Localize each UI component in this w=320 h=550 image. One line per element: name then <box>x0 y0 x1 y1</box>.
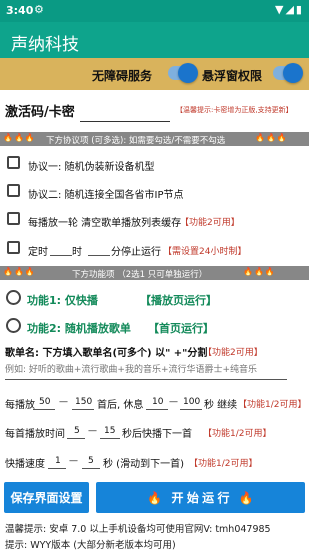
play-time-from-underline <box>67 438 85 439</box>
speed-to-underline <box>82 468 100 469</box>
rest-from-underline <box>146 409 168 410</box>
status-time: 3:40 <box>6 4 34 17</box>
protocol-band: 🔥🔥🔥 下方协议项 (可多选): 如需要勾选/不需要不勾选 🔥🔥🔥 <box>0 132 309 146</box>
function-2-label: 功能2: 随机播放歌单 <box>27 322 131 335</box>
protocol-band-text: 下方协议项 (可多选): 如需要勾选/不需要不勾选 <box>46 136 226 146</box>
play-range-middle: 首后, 休息 <box>97 400 144 411</box>
protocol-2-checkbox[interactable] <box>7 184 20 197</box>
timer-minute-input[interactable] <box>88 255 110 256</box>
activation-input[interactable] <box>80 96 170 122</box>
rest-to[interactable]: 100 <box>183 397 200 407</box>
clear-cache-label: 每播放一轮 清空歌单播放列表缓存 <box>28 218 182 229</box>
play-time-to-underline <box>100 438 120 439</box>
function-1-tag: 【播放页运行】 <box>140 294 217 307</box>
fire-icon: 🔥 <box>238 491 254 505</box>
play-range-tag: 【功能1/2可用】 <box>238 400 307 410</box>
protocol-2-label: 协议二: 随机连接全国各省市IP节点 <box>28 190 184 201</box>
timer-prefix: 定时 <box>28 247 48 258</box>
fire-icon: 🔥 <box>147 491 163 505</box>
timer-hour-label: 时 <box>72 247 82 258</box>
accessibility-label: 无障碍服务 <box>92 69 153 83</box>
accessibility-toggle[interactable] <box>168 63 198 83</box>
speed-to[interactable]: 5 <box>88 456 94 466</box>
clear-cache-tag: 【功能2可用】 <box>180 218 240 228</box>
play-time-from[interactable]: 5 <box>74 426 80 436</box>
playlist-label: 歌单名: 下方填入歌单名(可多个) 以" +"分割 <box>5 348 208 359</box>
function-1-radio[interactable] <box>6 290 21 305</box>
play-time-to[interactable]: 15 <box>104 426 115 436</box>
play-time-prefix: 每首播放时间 <box>5 429 65 440</box>
dash: — <box>88 426 97 436</box>
timer-checkbox[interactable] <box>7 241 20 254</box>
status-bar: 3:40 ⚙ ▼◢▮ <box>0 0 309 22</box>
clear-cache-checkbox[interactable] <box>7 212 20 225</box>
speed-prefix: 快播速度 <box>5 459 45 470</box>
play-time-tag: 【功能1/2可用】 <box>203 429 272 439</box>
play-range-from-underline <box>33 409 55 410</box>
play-range-suffix: 秒 继续 <box>204 400 238 411</box>
start-button[interactable]: 🔥 开 始 运 行 🔥 <box>96 482 305 513</box>
play-range-to-underline <box>72 409 94 410</box>
play-range-prefix: 每播放 <box>5 400 35 411</box>
function-1-label: 功能1: 仅快播 <box>27 294 98 307</box>
playlist-input[interactable] <box>5 360 287 380</box>
activation-row: 激活码/卡密 【温馨提示:卡密增为正版,支持更新】 <box>0 92 309 126</box>
speed-from[interactable]: 1 <box>55 456 61 466</box>
rest-to-underline <box>180 409 202 410</box>
status-icons: ▼◢▮ <box>275 3 304 16</box>
rest-from[interactable]: 10 <box>152 397 163 407</box>
footer-line-1: 温馨提示: 安卓 7.0 以上手机设备均可使用官网V: tmh047985 <box>5 524 271 535</box>
fire-icon: 🔥🔥🔥 <box>3 267 36 276</box>
playlist-tag: 【功能2可用】 <box>203 348 263 358</box>
fire-icon: 🔥🔥🔥 <box>243 267 276 276</box>
activation-label: 激活码/卡密 <box>5 105 75 120</box>
play-range-to[interactable]: 150 <box>75 397 92 407</box>
timer-suffix: 分停止运行 <box>111 247 161 258</box>
overlay-label: 悬浮窗权限 <box>202 69 263 83</box>
dash: — <box>69 456 78 466</box>
toggle-knob <box>283 63 303 83</box>
settings-icon: ⚙ <box>34 3 44 16</box>
footer-line-2: 提示: WYY版本 (大部分新老版本均可用) <box>5 540 176 550</box>
play-time-suffix: 秒后快播下一首 <box>122 429 192 440</box>
protocol-1-label: 协议一: 随机伪装新设备机型 <box>28 162 155 173</box>
start-button-label: 开 始 运 行 <box>171 491 230 505</box>
dash: — <box>169 397 178 407</box>
speed-tag: 【功能1/2可用】 <box>189 459 258 469</box>
save-settings-button[interactable]: 保存界面设置 <box>4 482 89 513</box>
function-band-text: 下方功能项 （2选1 只可单独运行） <box>72 270 208 280</box>
app-bar: 声纳科技 <box>0 22 309 58</box>
dash: — <box>59 397 68 407</box>
protocol-1-checkbox[interactable] <box>7 156 20 169</box>
function-2-tag: 【首页运行】 <box>148 322 214 335</box>
app-title: 声纳科技 <box>11 35 79 55</box>
speed-from-underline <box>48 468 66 469</box>
function-band: 🔥🔥🔥 下方功能项 （2选1 只可单独运行） 🔥🔥🔥 <box>0 266 309 280</box>
overlay-toggle[interactable] <box>273 63 303 83</box>
function-2-radio[interactable] <box>6 318 21 333</box>
timer-hour-input[interactable] <box>50 255 72 256</box>
timer-tag: 【需设置24小时制】 <box>163 247 247 257</box>
fire-icon: 🔥🔥🔥 <box>255 133 288 142</box>
fire-icon: 🔥🔥🔥 <box>3 133 36 142</box>
toggle-knob <box>178 63 198 83</box>
activation-hint: 【温馨提示:卡密增为正版,支持更新】 <box>176 106 293 114</box>
permission-bar: 无障碍服务 悬浮窗权限 <box>0 58 309 90</box>
play-range-from[interactable]: 50 <box>39 397 50 407</box>
speed-suffix: 秒 (滑动到下一首) <box>103 459 184 470</box>
